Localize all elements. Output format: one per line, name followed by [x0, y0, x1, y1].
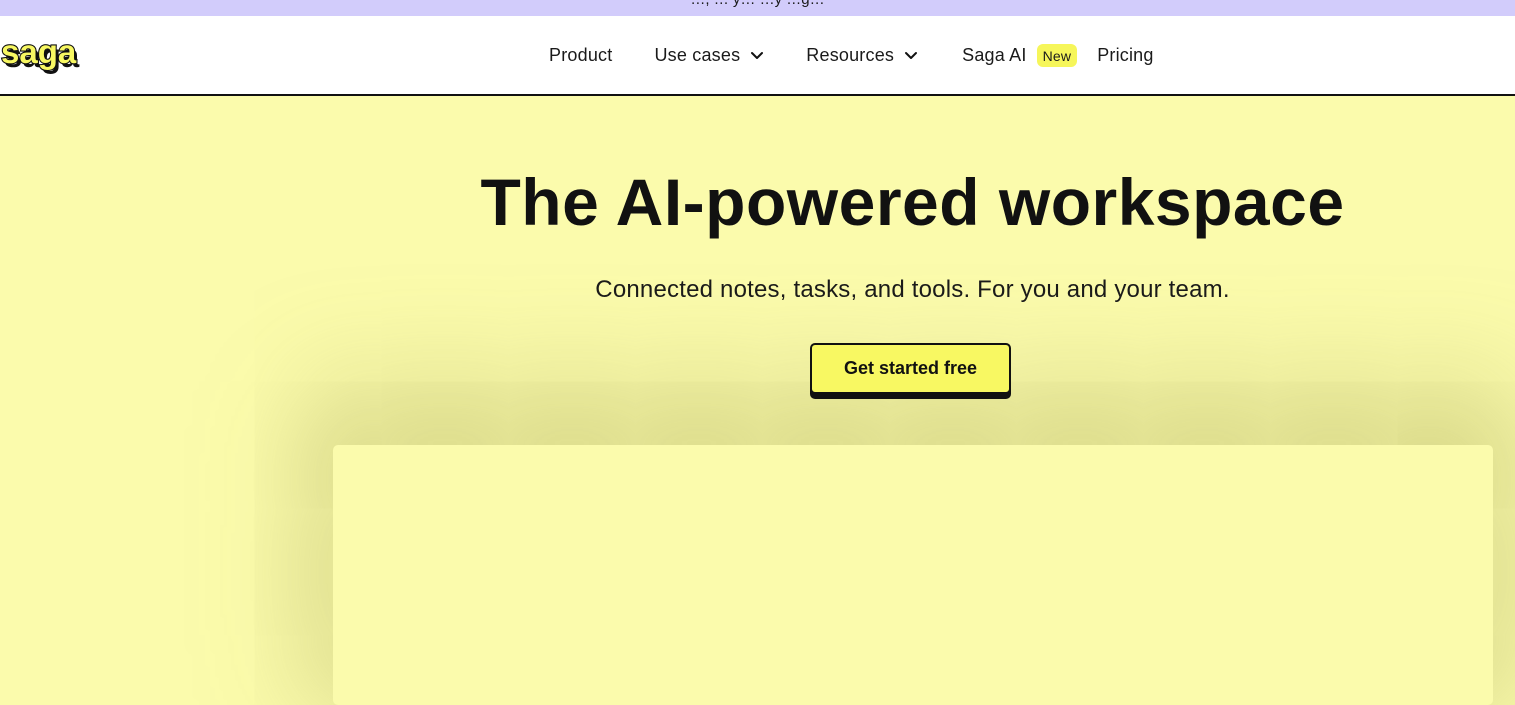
chevron-down-icon — [905, 52, 918, 59]
nav-use-cases[interactable]: Use cases — [654, 45, 764, 66]
main-nav: Product Use cases Resources Saga AI New … — [549, 16, 1154, 94]
nav-saga-ai-label: Saga AI — [962, 44, 1027, 65]
nav-saga-ai[interactable]: Saga AI New — [962, 43, 1078, 67]
saga-logo-mark: saga saga — [0, 32, 80, 74]
chevron-down-icon — [751, 52, 764, 59]
announcement-bar[interactable]: …, … y… …y …g… — [0, 0, 1515, 16]
announcement-text: …, … y… …y …g… — [0, 0, 1515, 8]
nav-product[interactable]: Product — [549, 45, 612, 66]
new-badge: New — [1036, 43, 1078, 67]
nav-resources-label: Resources — [806, 44, 895, 65]
top-navbar: saga saga Product Use cases Resources Sa… — [0, 16, 1515, 96]
nav-pricing[interactable]: Pricing — [1097, 45, 1153, 66]
nav-use-cases-label: Use cases — [654, 44, 741, 65]
nav-product-label: Product — [549, 44, 613, 65]
product-preview-card — [333, 445, 1493, 705]
svg-text:saga: saga — [1, 36, 77, 70]
saga-logo[interactable]: saga saga — [0, 32, 96, 76]
hero-subtitle: Connected notes, tasks, and tools. For y… — [595, 276, 1230, 303]
nav-resources[interactable]: Resources — [806, 45, 918, 66]
hero-title: The AI-powered workspace — [480, 165, 1345, 239]
get-started-button[interactable]: Get started free — [810, 343, 1011, 394]
nav-pricing-label: Pricing — [1097, 44, 1154, 65]
